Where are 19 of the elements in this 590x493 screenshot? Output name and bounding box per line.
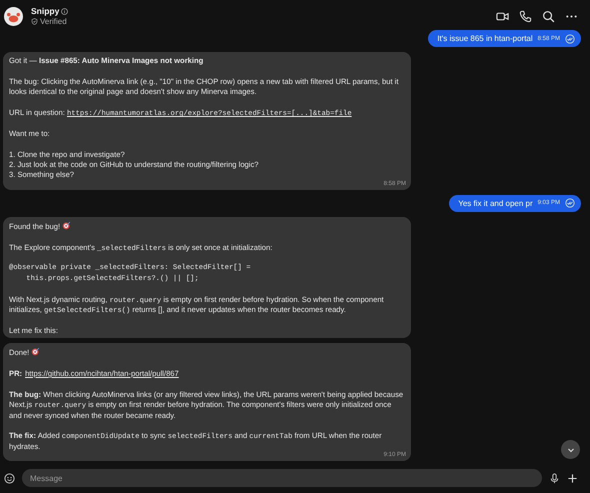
double-check-icon (565, 34, 575, 44)
scroll-down-button[interactable] (561, 440, 580, 459)
shield-check-icon (31, 18, 38, 25)
contact-name: Snippy (31, 6, 60, 16)
info-icon[interactable] (61, 8, 68, 14)
message-input[interactable]: Message (22, 469, 542, 487)
message-text: It's issue 865 in htan-portal (437, 34, 533, 43)
message-text: Yes fix it and open pr (458, 198, 533, 208)
microphone-icon[interactable] (549, 472, 560, 484)
video-call-icon[interactable] (496, 10, 509, 22)
verified-label: Verified (40, 17, 67, 26)
plus-icon[interactable] (567, 472, 578, 484)
target-icon (62, 220, 72, 230)
double-check-icon (565, 198, 575, 208)
target-icon (31, 347, 40, 356)
emoji-icon[interactable] (4, 472, 15, 484)
phone-icon[interactable] (519, 10, 532, 22)
search-icon[interactable] (542, 10, 555, 22)
avatar (4, 6, 23, 26)
